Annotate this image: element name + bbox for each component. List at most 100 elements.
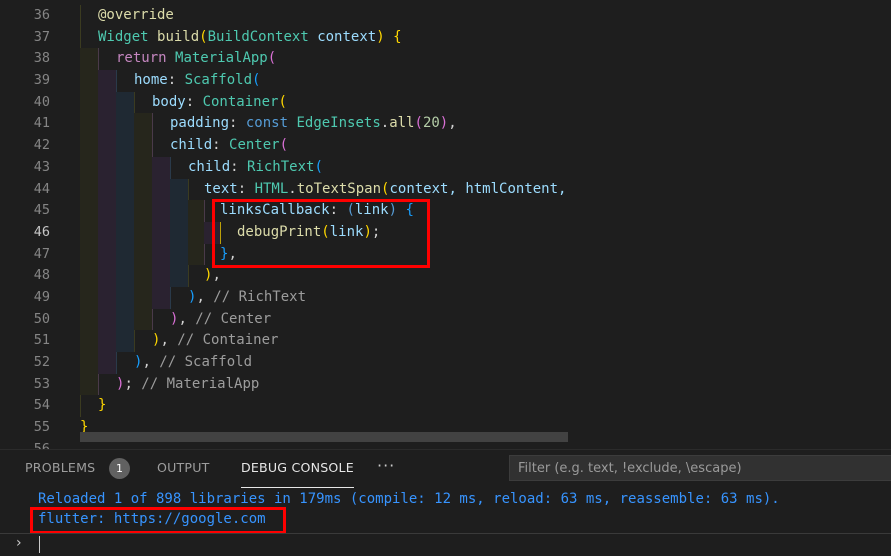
line-number: 48 (33, 267, 50, 284)
text-cursor (39, 536, 40, 553)
param-token: body (152, 93, 186, 110)
console-filter (509, 455, 891, 481)
punct-token: . (288, 180, 297, 197)
type-token: Center (229, 137, 280, 154)
param-token: child (170, 137, 213, 154)
number-token: 20 (422, 115, 440, 132)
bracket-token: ) (439, 115, 449, 132)
code-line[interactable]: ), (80, 265, 891, 287)
code-line[interactable]: ), // Scaffold (80, 352, 891, 374)
param-token: padding (170, 115, 230, 132)
line-number: 36 (33, 7, 50, 23)
type-token: HTML (254, 180, 289, 197)
bracket-token: { (393, 28, 402, 45)
code-line[interactable]: child: RichText( (80, 156, 891, 179)
type-token: MaterialApp (175, 50, 268, 67)
code-line[interactable]: padding: const EdgeInsets.all(20), (80, 113, 891, 136)
tab-problems[interactable]: PROBLEMS (25, 450, 95, 486)
type-token: Container (202, 93, 279, 110)
bracket-token: ( (252, 72, 261, 89)
code-line[interactable]: Widget build(BuildContext context) { (80, 26, 891, 49)
code-line[interactable]: text: HTML.toTextSpan(context, htmlConte… (80, 178, 891, 201)
comment-token: // Scaffold (159, 354, 253, 370)
code-line[interactable]: ), // RichText (80, 286, 891, 309)
code-area[interactable]: @override Widget build(BuildContext cont… (80, 5, 891, 439)
code-line[interactable]: @override (80, 5, 891, 27)
code-line[interactable]: return MaterialApp( (80, 48, 891, 71)
line-number: 47 (33, 245, 50, 262)
code-editor[interactable]: 36 37 38 39 40 41 42 43 44 45 46 47 48 4… (0, 0, 891, 449)
line-number: 45 (33, 202, 50, 219)
code-line[interactable]: ); // MaterialApp (80, 373, 891, 396)
punct-token: ; (124, 375, 142, 392)
console-line-reload: Reloaded 1 of 898 libraries in 179ms (co… (38, 491, 780, 507)
code-line[interactable]: ), // Center (80, 308, 891, 331)
param-token: text (204, 180, 238, 197)
code-line[interactable]: ), // Container (80, 330, 891, 352)
punct-token: , (196, 288, 214, 305)
console-input-row[interactable]: › (0, 533, 891, 556)
type-token: EdgeInsets (296, 115, 381, 132)
more-actions-icon[interactable]: ··· (377, 450, 395, 486)
type-token: Scaffold (184, 72, 253, 89)
line-number: 53 (33, 375, 50, 392)
type-token: BuildContext (207, 28, 309, 45)
keyword-token: return (116, 50, 167, 67)
bracket-token: ( (199, 28, 208, 45)
comment-token: // MaterialApp (141, 375, 260, 392)
bracket-token: ( (267, 50, 277, 67)
tab-output[interactable]: OUTPUT (157, 450, 210, 486)
line-number: 56 (33, 440, 50, 449)
line-number: 41 (33, 115, 50, 132)
filter-input[interactable] (510, 456, 891, 480)
line-number: 37 (33, 28, 50, 45)
line-number: 51 (33, 332, 50, 349)
punct-token: : (212, 137, 230, 154)
punct-token: : (237, 180, 255, 197)
bracket-token: ( (279, 137, 289, 154)
function-token: toTextSpan (296, 180, 382, 197)
code-line[interactable]: body: Container( (80, 91, 891, 114)
line-number: 52 (33, 354, 50, 370)
line-number: 50 (33, 310, 50, 327)
tab-debug-console[interactable]: DEBUG CONSOLE (241, 450, 354, 488)
function-token: build (157, 28, 200, 45)
bracket-token: ( (278, 93, 287, 110)
problems-count-badge: 1 (109, 458, 130, 479)
param-token: home (134, 72, 168, 89)
code-line[interactable]: child: Center( (80, 135, 891, 157)
comment-token: // Container (177, 332, 279, 349)
line-number: 39 (33, 72, 50, 89)
punct-token: , (142, 354, 160, 370)
line-number: 40 (33, 93, 50, 110)
code-line[interactable]: } (80, 395, 891, 418)
comment-token: // RichText (213, 288, 307, 305)
highlight-box-console-output (30, 507, 286, 534)
code-line-active[interactable]: debugPrint(link); (80, 221, 891, 244)
type-token: RichText (247, 158, 315, 175)
param-token: child (188, 158, 231, 175)
chevron-right-icon: › (16, 535, 22, 551)
punct-token: : (167, 72, 185, 89)
function-token: all (389, 115, 415, 132)
param-token: context (308, 28, 377, 45)
keyword-token: const (245, 115, 289, 132)
line-number: 43 (33, 158, 50, 175)
code-line[interactable]: home: Scaffold( (80, 70, 891, 92)
line-number: 49 (33, 288, 50, 305)
highlight-box-links-callback (212, 199, 430, 268)
line-number: 42 (33, 137, 50, 154)
bracket-token: ( (414, 115, 423, 132)
line-number: 54 (33, 397, 50, 414)
code-line[interactable]: }, (80, 243, 891, 266)
param-token: context, htmlContent, (389, 180, 567, 197)
horizontal-scrollbar[interactable] (80, 432, 568, 442)
punct-token: , (178, 310, 196, 327)
punct-token: : (229, 115, 246, 132)
type-token: Widget (98, 28, 149, 45)
code-line[interactable]: linksCallback: (link) { (80, 200, 891, 222)
bracket-token: ( (314, 158, 323, 175)
